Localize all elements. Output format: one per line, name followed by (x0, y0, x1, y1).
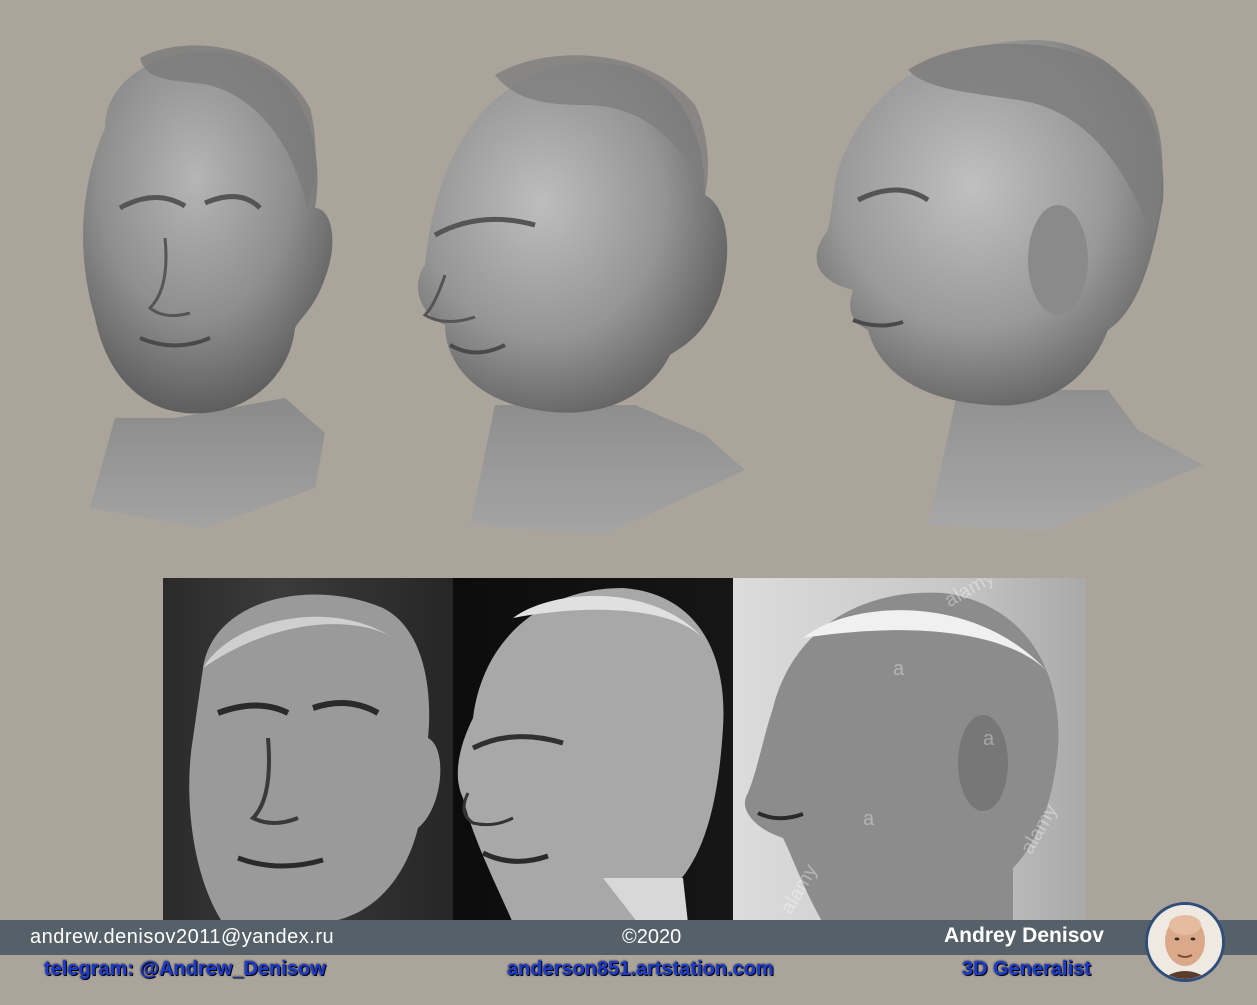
watermark-mark: a (983, 728, 995, 750)
author-role: 3D Generalist (962, 958, 1091, 980)
sculpt-three-quarter-view (417, 55, 745, 535)
avatar (1145, 902, 1225, 982)
reference-photos: alamy alamy alamy a a a (163, 578, 1086, 923)
watermark-mark: a (863, 808, 875, 830)
artstation-link: anderson851.artstation.com (507, 958, 774, 980)
reference-photo-front (163, 578, 453, 923)
author-name: Andrey Denisov (944, 924, 1104, 947)
reference-photo-profile: alamy alamy alamy a a a (733, 578, 1086, 923)
sculpt-front-view (83, 45, 333, 528)
copyright: ©2020 (622, 926, 682, 948)
reference-photo-three-quarter (453, 578, 733, 923)
sculpt-profile-view (816, 40, 1203, 530)
telegram-handle: telegram: @Andrew_Denisow (44, 958, 326, 980)
author-email: andrew.denisov2011@yandex.ru (30, 926, 335, 948)
watermark-mark: a (893, 658, 905, 680)
